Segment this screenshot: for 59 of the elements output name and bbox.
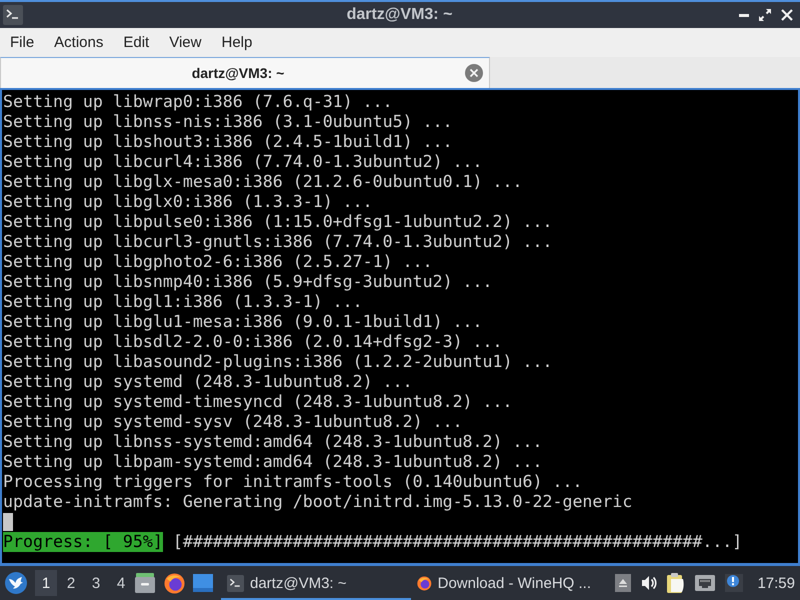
menu-item[interactable]: Help xyxy=(211,34,262,51)
window-title: dartz@VM3: ~ xyxy=(346,6,452,24)
taskbar-task[interactable]: Download - WineHQ ... xyxy=(411,566,597,600)
terminal-icon xyxy=(3,5,23,25)
start-menu-button[interactable] xyxy=(5,572,27,594)
terminal-line: Setting up libnss-systemd:amd64 (248.3-1ubuntu8.2) ... xyxy=(3,432,542,452)
terminal-line: Setting up libnss-nis:i386 (3.1-0ubuntu5) ... xyxy=(3,112,453,132)
terminal-icon xyxy=(227,574,244,592)
terminal-line: Setting up libglx0:i386 (1.3.3-1) ... xyxy=(3,192,373,212)
terminal-line: Setting up libglx-mesa0:i386 (21.2.6-0ubuntu0.1) ... xyxy=(3,172,522,192)
terminal-line: Setting up libcurl4:i386 (7.74.0-1.3ubuntu2) ... xyxy=(3,152,483,172)
menu-item[interactable]: View xyxy=(159,34,212,51)
workspace-button[interactable]: 3 xyxy=(85,570,107,596)
screen-icon xyxy=(193,574,213,592)
terminal-line: Setting up libsdl2-2.0-0:i386 (2.0.14+dfsg2-3) ... xyxy=(3,332,503,352)
menu-item[interactable]: File xyxy=(0,34,44,51)
text-cursor-icon xyxy=(3,513,13,531)
network-port-icon[interactable] xyxy=(695,575,716,591)
workspace-button[interactable]: 4 xyxy=(110,570,132,596)
progress-label: Progress: [ 95%] xyxy=(3,532,163,552)
taskbar-task[interactable]: dartz@VM3: ~ xyxy=(221,566,411,600)
workspace-button[interactable]: 1 xyxy=(35,570,57,596)
terminal-line: Setting up libgl1:i386 (1.3.3-1) ... xyxy=(3,292,363,312)
maximize-icon xyxy=(759,9,771,21)
browser-launcher-button[interactable] xyxy=(164,572,185,594)
volume-icon[interactable] xyxy=(641,575,658,591)
alert-icon[interactable] xyxy=(725,574,744,592)
clipboard-icon[interactable] xyxy=(667,573,686,593)
terminal-line: Setting up libpam-systemd:amd64 (248.3-1ubuntu8.2) ... xyxy=(3,452,542,472)
terminal-line: update-initramfs: Generating /boot/initrd.img-5.13.0-22-generic xyxy=(3,492,632,512)
terminal-line: Setting up libpulse0:i386 (1:15.0+dfsg1-1ubuntu2.2) ... xyxy=(3,212,552,232)
file-cabinet-icon xyxy=(135,573,155,593)
close-icon xyxy=(465,64,483,82)
file-manager-button[interactable] xyxy=(135,573,155,593)
maximize-button[interactable] xyxy=(756,6,774,24)
close-icon xyxy=(781,9,793,21)
terminal-line: Setting up systemd-sysv (248.3-1ubuntu8.2) ... xyxy=(3,412,463,432)
terminal-line: Setting up systemd-timesyncd (248.3-1ubuntu8.2) ... xyxy=(3,392,513,412)
terminal-line: Setting up libwrap0:i386 (7.6.q-31) ... xyxy=(3,92,393,112)
terminal-line: Setting up libcurl3-gnutls:i386 (7.74.0-1.3ubuntu2) ... xyxy=(3,232,552,252)
minimize-icon xyxy=(739,14,749,16)
terminal-line: Setting up libsnmp40:i386 (5.9+dfsg-3ubuntu2) ... xyxy=(3,272,493,292)
progress-text: [####################################################...] xyxy=(172,532,742,552)
menu-item[interactable]: Edit xyxy=(113,34,160,51)
terminal-line: Setting up systemd (248.3-1ubuntu8.2) ... xyxy=(3,372,413,392)
terminal-line: Setting up libshout3:i386 (2.4.5-1build1) ... xyxy=(3,132,453,152)
workspace-button[interactable]: 2 xyxy=(60,570,82,596)
terminal-line: Setting up libglu1-mesa:i386 (9.0.1-1build1) ... xyxy=(3,312,483,332)
terminal-line: Setting up libgphoto2-6:i386 (2.5.27-1) ... xyxy=(3,252,433,272)
fox-globe-icon xyxy=(164,572,185,594)
tab[interactable]: dartz@VM3: ~ xyxy=(0,57,490,88)
bird-icon xyxy=(5,572,27,594)
terminal-line: Processing triggers for initramfs-tools (0.140ubuntu6) ... xyxy=(3,472,582,492)
clock: 17:59 xyxy=(757,574,795,592)
eject-icon[interactable] xyxy=(615,574,632,592)
tab-close-button[interactable] xyxy=(465,64,483,82)
menu-item[interactable]: Actions xyxy=(44,34,114,51)
tab-label: dartz@VM3: ~ xyxy=(190,65,286,81)
terminal-line: Setting up libasound2-plugins:i386 (1.2.2-2ubuntu1) ... xyxy=(3,352,552,372)
